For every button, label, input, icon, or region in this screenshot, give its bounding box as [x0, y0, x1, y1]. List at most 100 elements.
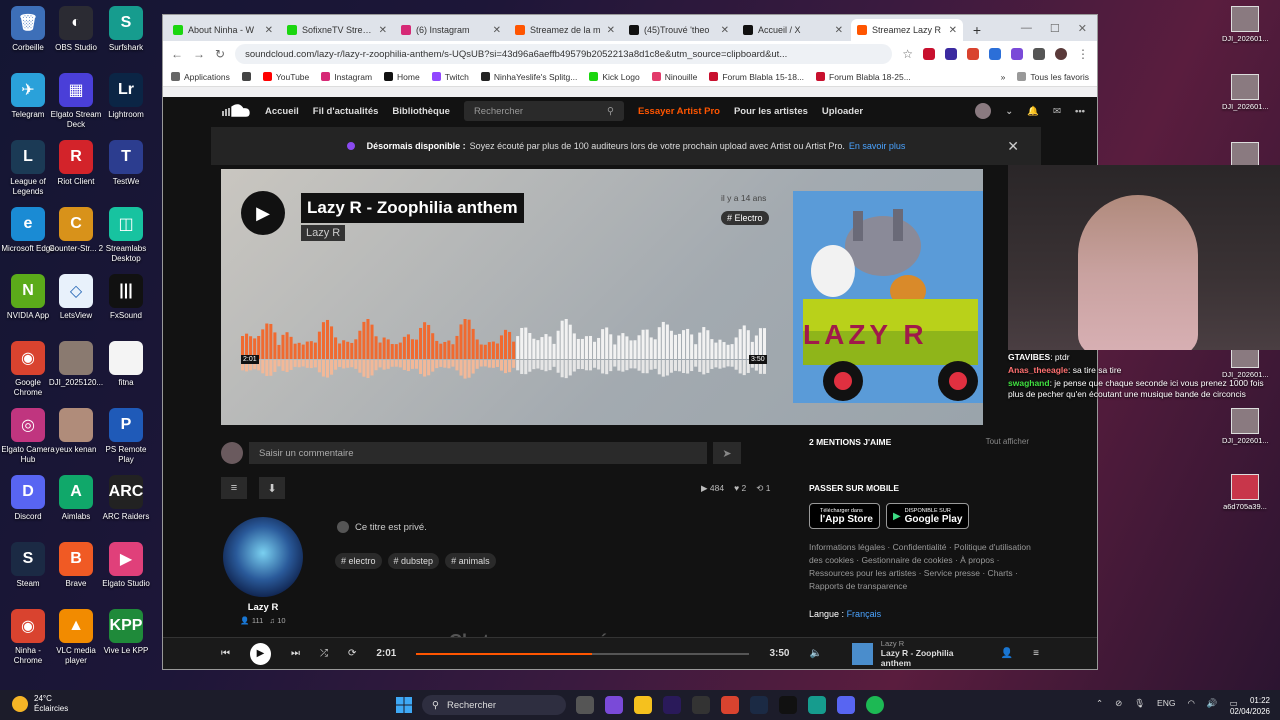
desktop-file[interactable]: DJI_202601...	[1222, 408, 1269, 445]
show-all-link[interactable]: Tout afficher	[986, 437, 1029, 446]
shuffle-icon[interactable]: ⤮	[320, 648, 328, 659]
desktop-icon[interactable]: ARC ARC Raiders	[98, 469, 154, 522]
tiktok-taskbar-icon[interactable]	[779, 696, 797, 714]
user-avatar[interactable]	[975, 103, 992, 119]
tray-chevron-icon[interactable]: ⌃	[1096, 698, 1103, 709]
chevron-down-icon[interactable]: ⌄	[1005, 106, 1013, 117]
now-playing[interactable]: Lazy R Lazy R - Zoophilia anthem	[851, 639, 981, 668]
desktop-icon[interactable]: R Riot Client	[48, 134, 104, 187]
genre-tag[interactable]: # Electro	[721, 211, 769, 225]
desktop-icon[interactable]: ◐ OBS Studio	[48, 0, 104, 53]
legal-links[interactable]: Informations légales · Confidentialité ·…	[809, 541, 1031, 593]
reload-icon[interactable]: ↻	[215, 47, 225, 61]
obs-taskbar-icon[interactable]	[692, 696, 710, 714]
browser-tab[interactable]: (45)Trouvé 'theo ✕	[623, 19, 735, 41]
spotify-taskbar-icon[interactable]	[866, 696, 884, 714]
bookmark-item[interactable]	[241, 72, 251, 81]
download-button[interactable]: ⬇	[259, 477, 285, 499]
send-icon[interactable]: ➤	[713, 442, 741, 464]
new-tab-button[interactable]: +	[965, 19, 989, 41]
steam-taskbar-icon[interactable]	[750, 696, 768, 714]
windows-start-icon[interactable]	[396, 697, 412, 713]
bookmark-star-icon[interactable]: ☆	[902, 47, 913, 61]
next-up-icon[interactable]: ≡	[1033, 648, 1039, 659]
browser-tab[interactable]: About Ninha - W ✕	[167, 19, 279, 41]
track-artist-link[interactable]: Lazy R	[301, 225, 346, 241]
browser-tab[interactable]: (6) Instagram ✕	[395, 19, 507, 41]
player-progress-bar[interactable]	[416, 652, 750, 655]
browser-tab[interactable]: Streamez Lazy R ✕	[851, 19, 963, 41]
browser-tab[interactable]: Streamez de la m ✕	[509, 19, 621, 41]
all-favorites-folder[interactable]: Tous les favoris	[1017, 72, 1089, 82]
profile-avatar[interactable]	[1055, 48, 1067, 60]
banner-learn-more-link[interactable]: En savoir plus	[849, 141, 906, 151]
more-icon[interactable]: •••	[1075, 106, 1085, 117]
bookmark-item[interactable]: Forum Blabla 15-18...	[709, 72, 804, 82]
bookmark-item[interactable]: Ninouille	[651, 72, 697, 82]
bookmark-item[interactable]: NinhaYeslife's Splitg...	[480, 72, 577, 82]
desktop-icon[interactable]: Lr Lightroom	[98, 67, 154, 120]
extension-icon[interactable]	[967, 48, 979, 60]
tag-electro[interactable]: # electro	[335, 553, 382, 569]
browser-tab[interactable]: SofixneTV Stream ✕	[281, 19, 393, 41]
artist-name[interactable]: Lazy R	[223, 602, 303, 613]
comment-input[interactable]: Saisir un commentaire	[249, 442, 707, 464]
close-tab-icon[interactable]: ✕	[379, 25, 387, 36]
desktop-icon[interactable]: DJI_2025120...	[48, 335, 104, 388]
close-tab-icon[interactable]: ✕	[493, 25, 501, 36]
reposts-stat[interactable]: ⟲ 1	[756, 483, 770, 494]
desktop-icon[interactable]: ◫ Streamlabs Desktop	[98, 201, 154, 264]
hero-play-button[interactable]: ▶	[241, 191, 285, 235]
extension-icon[interactable]	[945, 48, 957, 60]
url-field[interactable]: soundcloud.com/lazy-r/lazy-r-zoophilia-a…	[235, 44, 893, 64]
close-tab-icon[interactable]: ✕	[607, 25, 615, 36]
wifi-icon[interactable]: ◠	[1187, 698, 1194, 709]
mail-icon[interactable]: ✉	[1053, 106, 1061, 117]
desktop-icon[interactable]: ◇ LetsView	[48, 268, 104, 321]
close-tab-icon[interactable]: ✕	[265, 25, 273, 36]
browser-menu-icon[interactable]: ⋮	[1077, 47, 1089, 61]
previous-icon[interactable]: ⏮	[221, 648, 230, 659]
google-play-badge[interactable]: ▶ DISPONIBLE SUR Google Play	[885, 503, 970, 529]
play-button[interactable]: ▶	[250, 642, 271, 665]
close-tab-icon[interactable]: ✕	[835, 25, 843, 36]
forward-icon[interactable]: →	[193, 47, 205, 61]
premiere-icon[interactable]	[663, 696, 681, 714]
file-explorer-icon[interactable]	[634, 696, 652, 714]
chrome-taskbar-icon[interactable]	[721, 696, 739, 714]
likes-stat[interactable]: ♥ 2	[734, 483, 746, 494]
extension-icon[interactable]	[989, 48, 1001, 60]
close-icon[interactable]: ✕	[1007, 138, 1019, 155]
follow-icon[interactable]: 👤	[1001, 648, 1013, 659]
desktop-icon[interactable]: S Surfshark	[98, 0, 154, 53]
desktop-icon[interactable]: ▶ Elgato Studio	[98, 536, 154, 589]
tag-animals[interactable]: # animals	[445, 553, 496, 569]
for-artists-link[interactable]: Pour les artistes	[734, 106, 808, 117]
desktop-icon[interactable]: A Aimlabs	[48, 469, 104, 522]
bookmark-item[interactable]: Home	[384, 72, 420, 82]
desktop-icon[interactable]: T TestWe	[98, 134, 154, 187]
desktop-icon[interactable]: C Counter-Str... 2	[48, 201, 104, 254]
bookmark-item[interactable]: Forum Blabla 18-25...	[816, 72, 911, 82]
surfshark-taskbar-icon[interactable]	[808, 696, 826, 714]
app-store-badge[interactable]: Télécharger dans l'App Store	[809, 503, 880, 529]
taskbar-clock[interactable]: 01:22 02/04/2026	[1230, 695, 1270, 717]
taskbar-search[interactable]: ⚲ Rechercher	[422, 695, 566, 715]
nav-feed[interactable]: Fil d'actualités	[313, 106, 379, 117]
repeat-icon[interactable]: ⟳	[348, 648, 356, 659]
waveform[interactable]	[241, 319, 767, 379]
desktop-icon[interactable]: ▲ VLC media player	[48, 603, 104, 666]
minimize-icon[interactable]: —	[1021, 22, 1032, 35]
close-window-icon[interactable]: ✕	[1078, 22, 1087, 35]
desktop-file[interactable]: DJI_202601...	[1222, 74, 1269, 111]
tray-language[interactable]: ENG	[1157, 698, 1175, 709]
bookmark-item[interactable]: Kick Logo	[589, 72, 640, 82]
maximize-icon[interactable]: ☐	[1050, 22, 1060, 35]
close-tab-icon[interactable]: ✕	[949, 25, 957, 36]
volume-icon[interactable]: 🔈	[809, 648, 821, 659]
desktop-icon[interactable]: P PS Remote Play	[98, 402, 154, 465]
speaker-icon[interactable]: 🔊	[1207, 698, 1218, 709]
bell-icon[interactable]: 🔔	[1027, 106, 1039, 117]
desktop-icon[interactable]: ||| FxSound	[98, 268, 154, 321]
bookmark-item[interactable]: Instagram	[321, 72, 372, 82]
